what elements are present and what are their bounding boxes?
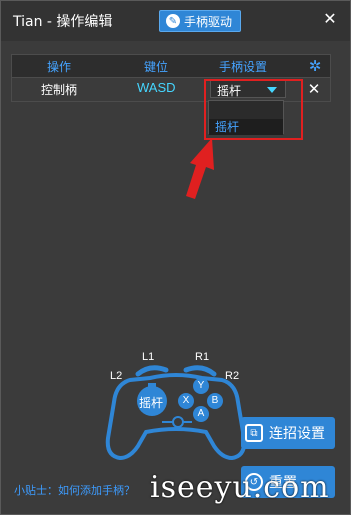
help-tip-link[interactable]: 小贴士：如何添加手柄？ <box>14 482 135 498</box>
highlight-box <box>204 79 303 140</box>
watermark-text: iseeyu.com <box>150 470 330 505</box>
label-r1: R1 <box>195 351 210 363</box>
left-stick-label[interactable]: 摇杆 <box>136 394 166 410</box>
gamepad-driver-label: 手柄驱动 <box>184 14 233 29</box>
row-operation-name: 控制柄 <box>41 83 78 97</box>
combo-settings-label: 连招设置 <box>269 426 325 442</box>
wrench-icon: ✎ <box>166 14 180 28</box>
header-gamepad-setting: 手柄设置 <box>219 60 268 74</box>
close-icon[interactable]: ✕ <box>322 11 338 27</box>
table-header: 操作 键位 手柄设置 ✲ <box>12 55 330 78</box>
button-a[interactable]: A <box>194 408 208 419</box>
header-operation: 操作 <box>47 60 72 74</box>
button-x[interactable]: X <box>179 395 193 406</box>
button-y[interactable]: Y <box>194 380 208 391</box>
gamepad-driver-button[interactable]: ✎ 手柄驱动 <box>159 10 241 32</box>
header-key: 键位 <box>144 60 169 74</box>
label-l1: L1 <box>142 351 155 363</box>
title-bar: Tian - 操作编辑 ✎ 手柄驱动 ✕ <box>1 1 350 41</box>
label-r2: R2 <box>225 370 240 382</box>
gear-icon[interactable]: ✲ <box>306 57 324 75</box>
row-key-binding[interactable]: WASD <box>137 80 176 95</box>
label-l2: L2 <box>110 370 123 382</box>
combo-settings-button[interactable]: ⧉ 连招设置 <box>241 417 335 449</box>
button-b[interactable]: B <box>208 395 222 406</box>
combo-icon: ⧉ <box>245 424 263 442</box>
delete-icon[interactable]: ✕ <box>304 79 324 99</box>
window-title: Tian - 操作编辑 <box>13 14 113 30</box>
